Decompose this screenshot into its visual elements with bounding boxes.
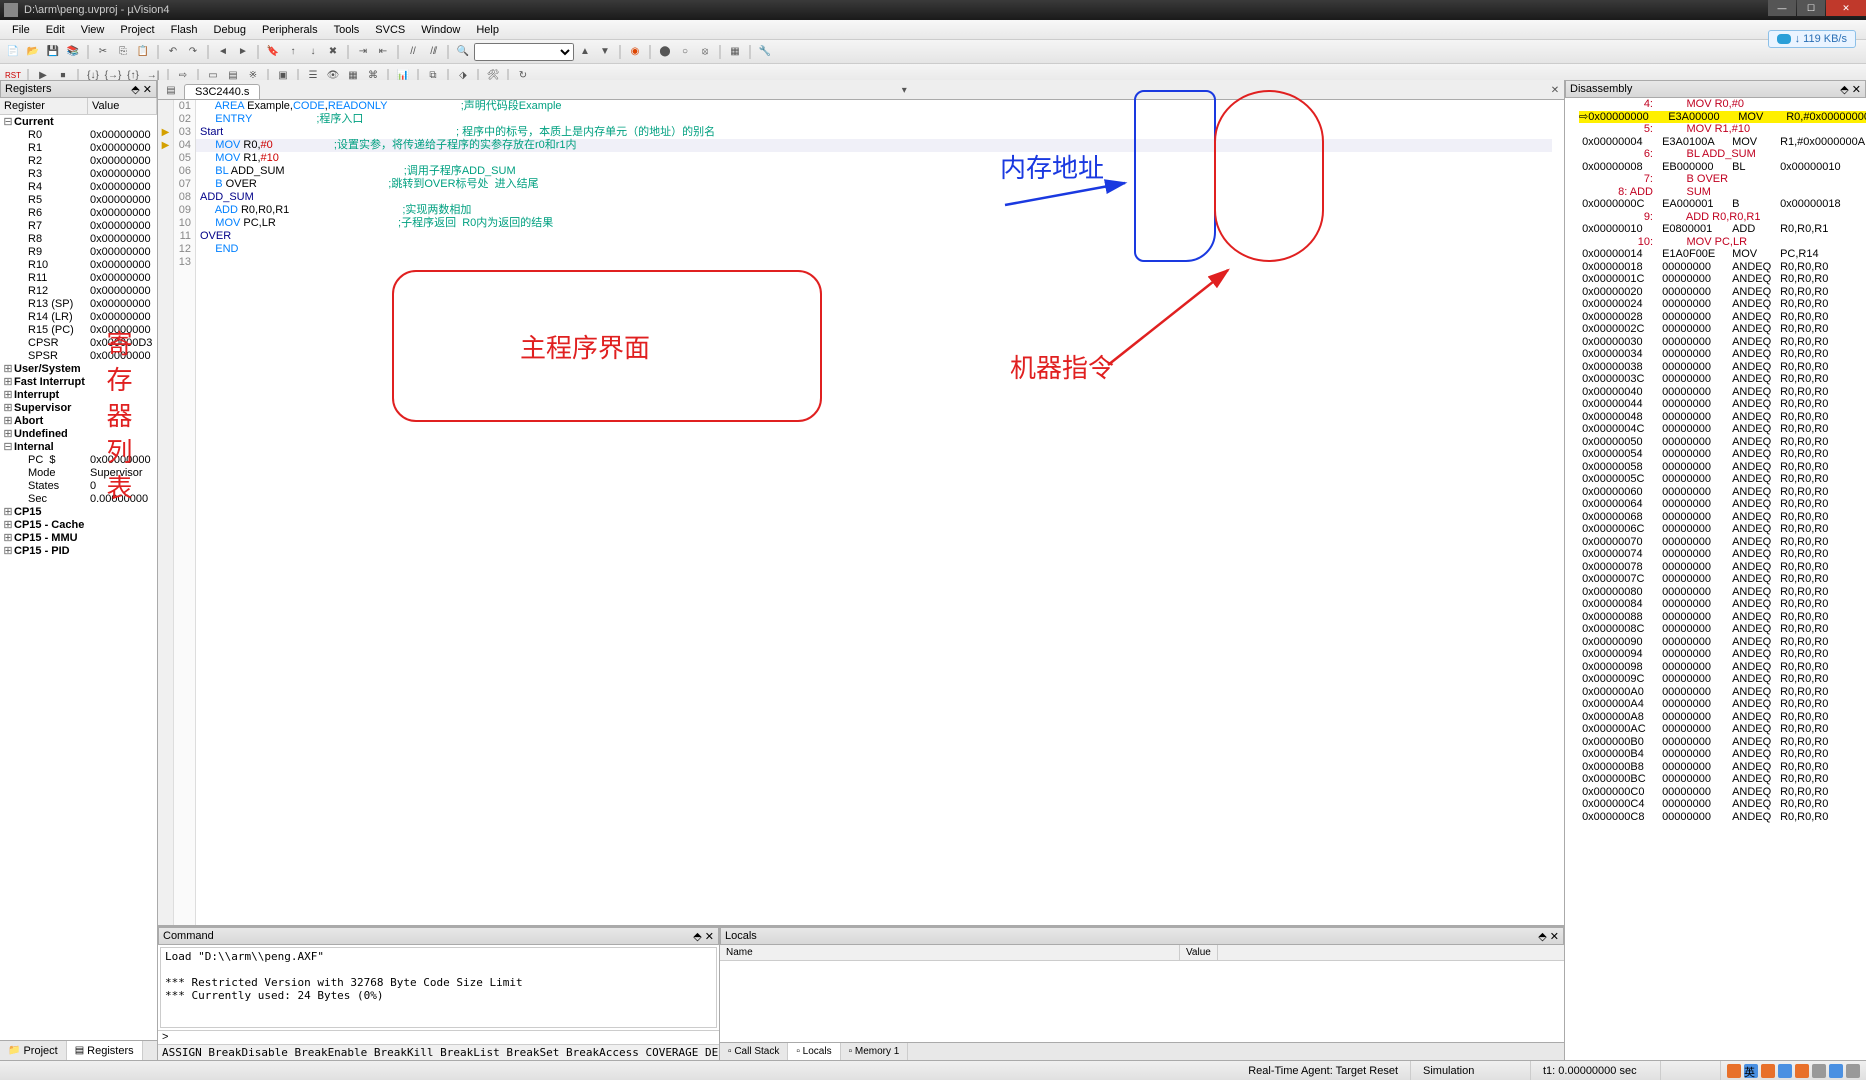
bookmark-clear-icon[interactable]: ✖ bbox=[324, 43, 342, 61]
locals-col-value[interactable]: Value bbox=[1180, 945, 1218, 960]
breakpoint-kill-icon[interactable]: ⦻ bbox=[696, 43, 714, 61]
command-input[interactable] bbox=[172, 1031, 719, 1044]
bookmark-next-icon[interactable]: ↓ bbox=[304, 43, 322, 61]
menu-bar: FileEditViewProjectFlashDebugPeripherals… bbox=[0, 20, 1866, 40]
paste-icon[interactable]: 📋 bbox=[134, 43, 152, 61]
open-icon[interactable]: 📂 bbox=[24, 43, 42, 61]
app-icon bbox=[4, 3, 18, 17]
nav-back-icon[interactable]: ◄ bbox=[214, 43, 232, 61]
tab-menu-icon[interactable]: ▾ bbox=[895, 81, 913, 99]
command-output[interactable]: Load "D:\\arm\\peng.AXF" *** Restricted … bbox=[160, 947, 717, 1028]
window-icon[interactable]: ▦ bbox=[726, 43, 744, 61]
menu-window[interactable]: Window bbox=[413, 24, 468, 36]
status-sim: Simulation bbox=[1411, 1061, 1531, 1080]
status-time: t1: 0.00000000 sec bbox=[1531, 1061, 1661, 1080]
find-icon[interactable]: 🔍 bbox=[454, 43, 472, 61]
pin-icon[interactable]: ⬘ ✕ bbox=[131, 83, 152, 96]
close-icon[interactable]: ⬘ ✕ bbox=[693, 930, 714, 943]
save-icon[interactable]: 💾 bbox=[44, 43, 62, 61]
breakpoint-disable-icon[interactable]: ○ bbox=[676, 43, 694, 61]
disassembly-body[interactable]: 4: MOV R0,#0⇨0x00000000E3A00000MOVR0,#0x… bbox=[1565, 98, 1866, 1060]
status-agent: Real-Time Agent: Target Reset bbox=[1236, 1061, 1411, 1080]
ime-status-icons[interactable]: 英 bbox=[1721, 1064, 1866, 1078]
menu-edit[interactable]: Edit bbox=[38, 24, 73, 36]
menu-project[interactable]: Project bbox=[112, 24, 162, 36]
window-title: D:\arm\peng.uvproj - µVision4 bbox=[24, 4, 170, 16]
find-combo[interactable] bbox=[474, 43, 574, 61]
close-icon[interactable]: ⬘ ✕ bbox=[1840, 83, 1861, 96]
close-button[interactable]: ✕ bbox=[1826, 0, 1866, 16]
config-icon[interactable]: 🔧 bbox=[756, 43, 774, 61]
save-all-icon[interactable]: 📚 bbox=[64, 43, 82, 61]
command-hint: ASSIGN BreakDisable BreakEnable BreakKil… bbox=[158, 1044, 719, 1060]
tab-project[interactable]: 📁 Project bbox=[0, 1041, 67, 1060]
menu-file[interactable]: File bbox=[4, 24, 38, 36]
outdent-icon[interactable]: ⇤ bbox=[374, 43, 392, 61]
breakpoint-icon[interactable]: ⬤ bbox=[656, 43, 674, 61]
source-file-tab[interactable]: S3C2440.s bbox=[184, 84, 260, 99]
nav-fwd-icon[interactable]: ► bbox=[234, 43, 252, 61]
disassembly-panel: Disassembly⬘ ✕ 4: MOV R0,#0⇨0x00000000E3… bbox=[1564, 80, 1866, 1060]
editor-tab-strip: ▤ S3C2440.s ▾ ✕ bbox=[158, 80, 1564, 100]
network-badge: ↓ 119 KB/s bbox=[1768, 30, 1856, 48]
register-tree[interactable]: ⊟CurrentR00x00000000R10x00000000R20x0000… bbox=[0, 115, 157, 1040]
toolbar-1: 📄 📂 💾 📚 ✂ ⎘ 📋 ↶ ↷ ◄ ► 🔖 ↑ ↓ ✖ ⇥ ⇤ // //̸… bbox=[0, 40, 1866, 64]
menu-help[interactable]: Help bbox=[468, 24, 507, 36]
cloud-icon bbox=[1777, 34, 1791, 44]
menu-peripherals[interactable]: Peripherals bbox=[254, 24, 326, 36]
undo-icon[interactable]: ↶ bbox=[164, 43, 182, 61]
indent-icon[interactable]: ⇥ bbox=[354, 43, 372, 61]
find-prev-icon[interactable]: ▲ bbox=[576, 43, 594, 61]
menu-tools[interactable]: Tools bbox=[326, 24, 368, 36]
comment-icon[interactable]: // bbox=[404, 43, 422, 61]
menu-view[interactable]: View bbox=[73, 24, 113, 36]
tab-registers[interactable]: ▤ Registers bbox=[67, 1041, 143, 1060]
find-next-icon[interactable]: ▼ bbox=[596, 43, 614, 61]
maximize-button[interactable]: ☐ bbox=[1797, 0, 1825, 16]
status-bar: Real-Time Agent: Target Reset Simulation… bbox=[0, 1060, 1866, 1080]
menu-debug[interactable]: Debug bbox=[206, 24, 254, 36]
registers-panel: Registers ⬘ ✕ Register Value ⊟CurrentR00… bbox=[0, 80, 158, 1060]
tab-locals[interactable]: ▫ Locals bbox=[788, 1043, 840, 1060]
locals-col-name[interactable]: Name bbox=[720, 945, 1180, 960]
menu-svcs[interactable]: SVCS bbox=[367, 24, 413, 36]
minimize-button[interactable]: — bbox=[1768, 0, 1796, 16]
debug-icon[interactable]: ◉ bbox=[626, 43, 644, 61]
bookmark-icon[interactable]: 🔖 bbox=[264, 43, 282, 61]
close-icon[interactable]: ⬘ ✕ bbox=[1538, 930, 1559, 943]
cut-icon[interactable]: ✂ bbox=[94, 43, 112, 61]
command-prompt: > bbox=[158, 1031, 172, 1044]
command-panel: Command⬘ ✕ Load "D:\\arm\\peng.AXF" *** … bbox=[158, 927, 720, 1060]
menu-flash[interactable]: Flash bbox=[163, 24, 206, 36]
new-file-icon[interactable]: 📄 bbox=[4, 43, 22, 61]
registers-panel-title: Registers ⬘ ✕ bbox=[0, 80, 157, 98]
reg-col-name[interactable]: Register bbox=[0, 98, 88, 114]
code-editor[interactable]: ▶▶ 01020304050607080910111213 AREA Examp… bbox=[158, 100, 1564, 925]
title-bar: D:\arm\peng.uvproj - µVision4 — ☐ ✕ bbox=[0, 0, 1866, 20]
tab-list-icon[interactable]: ▤ bbox=[162, 81, 180, 99]
copy-icon[interactable]: ⎘ bbox=[114, 43, 132, 61]
tab-call-stack[interactable]: ▫ Call Stack bbox=[720, 1043, 788, 1060]
reg-col-value[interactable]: Value bbox=[88, 98, 157, 114]
tab-close-icon[interactable]: ✕ bbox=[1546, 81, 1564, 99]
locals-body[interactable] bbox=[720, 961, 1564, 1042]
locals-panel: Locals⬘ ✕ Name Value ▫ Call Stack▫ Local… bbox=[720, 927, 1564, 1060]
tab-memory-1[interactable]: ▫ Memory 1 bbox=[841, 1043, 909, 1060]
redo-icon[interactable]: ↷ bbox=[184, 43, 202, 61]
uncomment-icon[interactable]: //̸ bbox=[424, 43, 442, 61]
bookmark-prev-icon[interactable]: ↑ bbox=[284, 43, 302, 61]
